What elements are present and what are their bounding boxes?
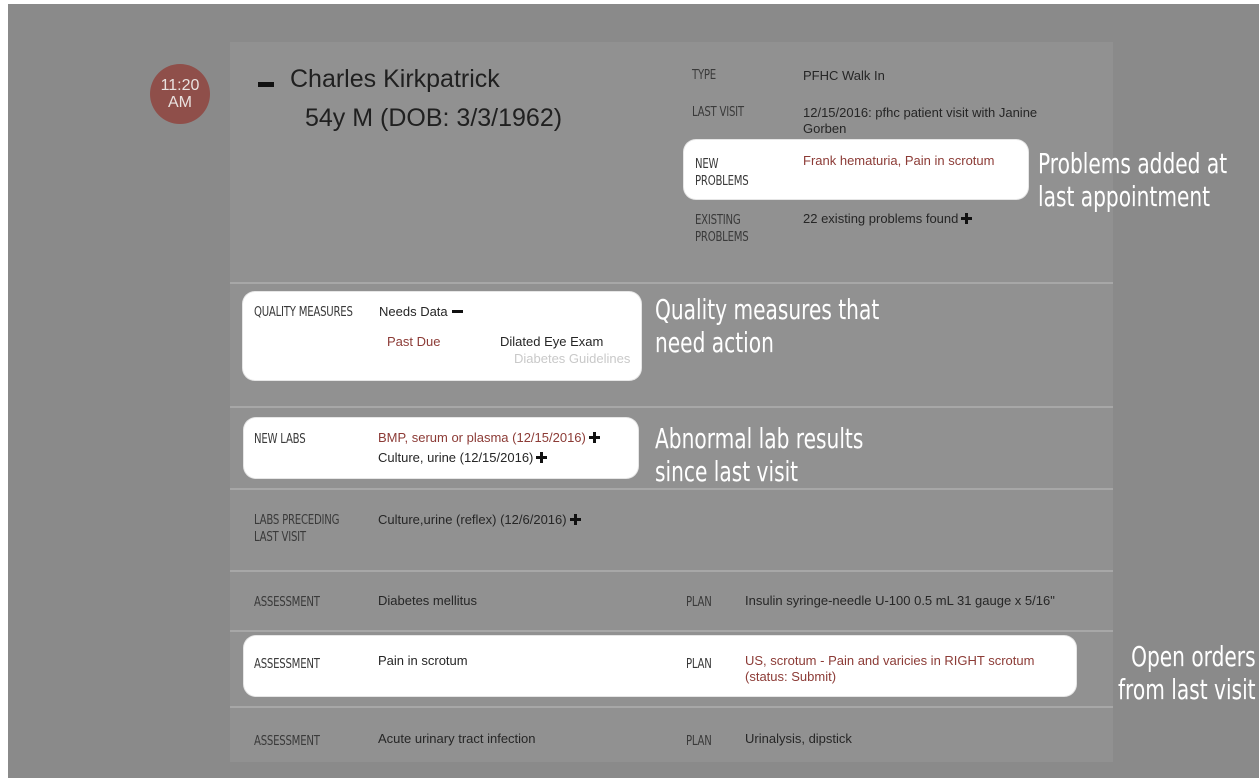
minus-icon[interactable] xyxy=(451,310,463,313)
callout-problems: Problems added at last appointment xyxy=(1038,147,1228,213)
section-divider xyxy=(230,488,1113,490)
plan-label: PLAN xyxy=(686,595,712,610)
diabetes-guidelines-link[interactable]: Diabetes Guidelines xyxy=(514,351,630,367)
patient-name: Charles Kirkpatrick xyxy=(290,65,500,93)
past-due-text: Past Due xyxy=(387,334,441,349)
collapse-icon[interactable] xyxy=(258,82,274,87)
new-lab-item: BMP, serum or plasma (12/15/2016) xyxy=(378,430,600,446)
preceding-lab-item: Culture,urine (reflex) (12/6/2016) xyxy=(378,512,581,528)
new-lab-item: Culture, urine (12/15/2016) xyxy=(378,450,548,466)
expand-problems-plus-icon[interactable] xyxy=(961,213,973,224)
plan-label: PLAN xyxy=(686,657,712,672)
type-value: PFHC Walk In xyxy=(803,68,885,83)
time-hour: 11:20 xyxy=(160,77,200,94)
assessment-value: Diabetes mellitus xyxy=(378,593,477,608)
plan-value: US, scrotum - Pain and varicies in RIGHT… xyxy=(745,653,1035,684)
assessment-label: ASSESSMENT xyxy=(254,734,320,749)
assessment-label: ASSESSMENT xyxy=(254,595,320,610)
plan-value: Insulin syringe-needle U-100 0.5 mL 31 g… xyxy=(745,593,1055,608)
quality-measures-label: QUALITY MEASURES xyxy=(254,305,353,320)
assessment-value: Acute urinary tract infection xyxy=(378,731,536,746)
existing-problems-label: EXISTING PROBLEMS xyxy=(695,213,749,245)
new-problems-label: NEW PROBLEMS xyxy=(695,157,749,189)
dilated-eye-exam: Dilated Eye Exam xyxy=(500,334,604,349)
callout-labs: Abnormal lab results since last visit xyxy=(655,422,864,488)
plus-icon[interactable] xyxy=(588,432,600,443)
section-divider xyxy=(230,570,1113,572)
time-period: AM xyxy=(168,94,192,111)
last-visit-label: LAST VISIT xyxy=(692,105,744,120)
assessment-value: Pain in scrotum xyxy=(378,653,468,668)
plan-value: Urinalysis, dipstick xyxy=(745,731,852,746)
callout-quality: Quality measures that need action xyxy=(655,293,880,359)
section-divider xyxy=(230,406,1113,408)
section-divider xyxy=(230,630,1113,632)
plus-icon[interactable] xyxy=(536,452,548,463)
new-labs-highlight xyxy=(244,418,638,478)
appointment-time-badge: 11:20 AM xyxy=(150,64,210,124)
plan-label: PLAN xyxy=(686,734,712,749)
assessment-label: ASSESSMENT xyxy=(254,657,320,672)
labs-preceding-label: LABS PRECEDING LAST VISIT xyxy=(254,513,340,545)
new-problems-value: Frank hematuria, Pain in scrotum xyxy=(803,153,995,168)
type-label: TYPE xyxy=(692,68,716,83)
section-divider xyxy=(230,706,1113,708)
section-divider xyxy=(230,282,1113,284)
quality-status: Needs Data xyxy=(379,304,463,320)
last-visit-value: 12/15/2016: pfhc patient visit with Jani… xyxy=(803,105,1038,136)
plus-icon[interactable] xyxy=(569,514,581,525)
new-labs-label: NEW LABS xyxy=(254,432,306,447)
existing-problems-value: 22 existing problems found xyxy=(803,211,973,227)
patient-demographics: 54y M (DOB: 3/3/1962) xyxy=(305,104,563,132)
callout-orders: Open orders from last visit xyxy=(1117,640,1256,706)
